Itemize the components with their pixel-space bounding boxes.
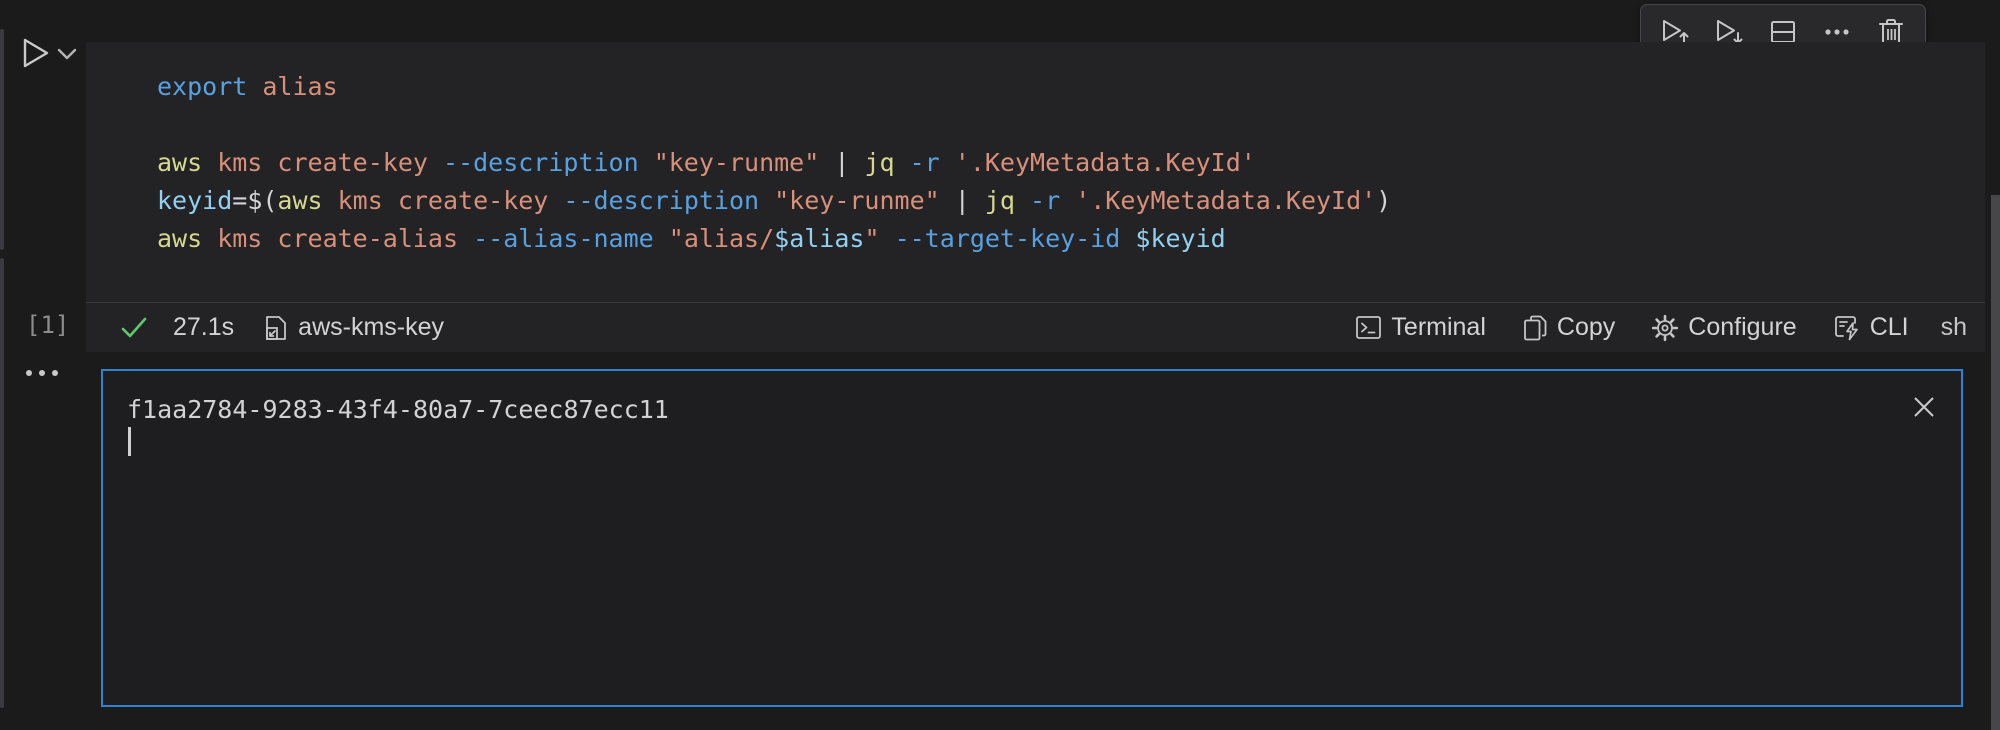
play-icon bbox=[20, 36, 52, 70]
code-line: keyid=$(aws kms create-key --description… bbox=[157, 182, 1985, 220]
cell-focus-indicator-top bbox=[0, 29, 4, 250]
chevron-down-icon bbox=[57, 48, 77, 60]
success-check-icon bbox=[120, 316, 148, 340]
cell-name-label: aws-kms-key bbox=[298, 313, 444, 342]
cell-name-button[interactable]: aws-kms-key bbox=[263, 313, 444, 342]
configure-button[interactable]: Configure bbox=[1651, 313, 1796, 342]
language-selector[interactable]: sh bbox=[1941, 313, 1967, 342]
close-icon bbox=[1911, 394, 1937, 420]
cell-focus-indicator-bottom bbox=[0, 258, 4, 708]
code-line: export alias bbox=[157, 68, 1985, 106]
dot bbox=[39, 370, 45, 376]
code-line: aws kms create-alias --alias-name "alias… bbox=[157, 220, 1985, 258]
gear-icon bbox=[1651, 314, 1679, 342]
execution-count: [1] bbox=[26, 311, 69, 339]
cell-status-bar: 27.1s aws-kms-key bbox=[86, 302, 1985, 352]
configure-label: Configure bbox=[1688, 313, 1796, 342]
copy-icon bbox=[1522, 314, 1548, 342]
dot bbox=[52, 370, 58, 376]
code-cell: export alias aws kms create-key --descri… bbox=[86, 42, 1985, 352]
copy-label: Copy bbox=[1557, 313, 1615, 342]
close-output-button[interactable] bbox=[1908, 391, 1940, 423]
code-line bbox=[157, 106, 1985, 144]
code-line: aws kms create-key --description "key-ru… bbox=[157, 144, 1985, 182]
output-text: f1aa2784-9283-43f4-80a7-7ceec87ecc11 bbox=[127, 395, 669, 424]
notebook-cell-view: [1] bbox=[0, 0, 2000, 730]
vertical-scrollbar[interactable] bbox=[1991, 195, 2000, 730]
cli-bolt-icon bbox=[1833, 314, 1861, 342]
terminal-button[interactable]: Terminal bbox=[1355, 313, 1485, 342]
terminal-icon bbox=[1355, 314, 1382, 341]
cell-output: f1aa2784-9283-43f4-80a7-7ceec87ecc11 bbox=[101, 369, 1963, 707]
code-editor[interactable]: export alias aws kms create-key --descri… bbox=[86, 42, 1985, 258]
output-more-actions-button[interactable] bbox=[26, 370, 58, 376]
run-cell-button[interactable] bbox=[18, 35, 54, 71]
dot bbox=[26, 370, 32, 376]
cli-label: CLI bbox=[1870, 313, 1909, 342]
terminal-cursor bbox=[128, 427, 131, 456]
terminal-label: Terminal bbox=[1391, 313, 1485, 342]
cli-button[interactable]: CLI bbox=[1833, 313, 1909, 342]
run-options-chevron[interactable] bbox=[55, 42, 79, 66]
file-link-icon bbox=[263, 314, 289, 342]
copy-button[interactable]: Copy bbox=[1522, 313, 1615, 342]
execution-duration: 27.1s bbox=[173, 313, 234, 342]
